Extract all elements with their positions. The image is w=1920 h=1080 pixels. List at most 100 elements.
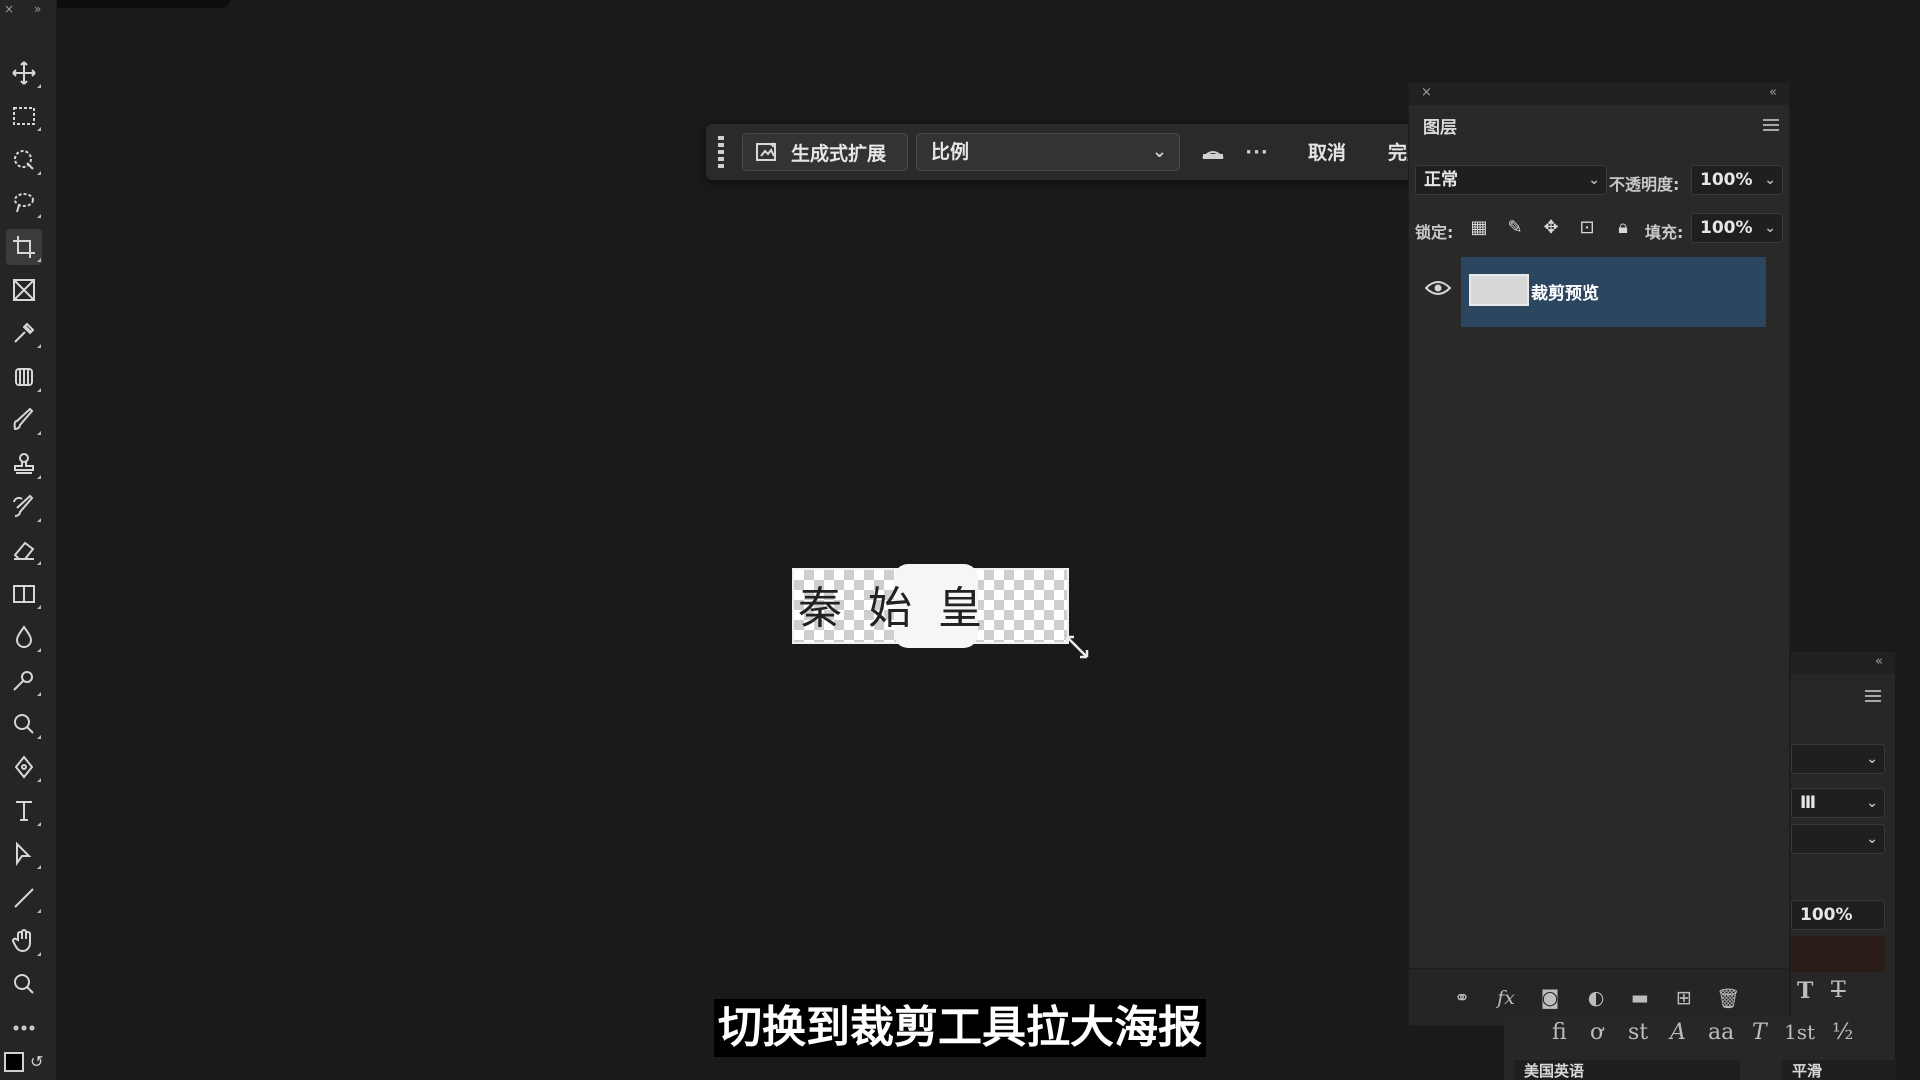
collapse-panel-icon[interactable]: « <box>1769 85 1777 100</box>
healing-tool[interactable] <box>6 359 42 395</box>
panel-menu-icon[interactable] <box>1865 690 1881 702</box>
lock-label: 锁定: <box>1415 223 1454 242</box>
text-color-swatch[interactable] <box>1791 936 1885 972</box>
discretionary-st-icon[interactable]: st <box>1628 1020 1648 1045</box>
tool-flyout-indicator <box>37 561 41 566</box>
document-canvas-image[interactable]: 秦 始 皇 <box>792 564 1069 648</box>
more-options-icon[interactable]: ··· <box>1242 138 1272 166</box>
crop-icon <box>13 235 35 258</box>
stamp-tool[interactable] <box>6 446 42 482</box>
underline-T-icon[interactable]: T <box>1797 978 1813 1004</box>
tracking-select[interactable]: ⌄ <box>1791 824 1885 854</box>
layers-panel-header: × « <box>1409 83 1789 105</box>
object-select-tool[interactable] <box>6 142 42 178</box>
leading-select[interactable]: Ⅲ ⌄ <box>1791 788 1885 818</box>
zoom-tool[interactable] <box>6 966 42 1002</box>
fill-value: 100% <box>1700 218 1753 238</box>
canvas-text: 秦 始 皇 <box>798 583 988 634</box>
tool-flyout-indicator <box>37 908 41 913</box>
adjustment-layer-icon[interactable]: ◐ <box>1583 985 1609 1011</box>
object-select-icon <box>14 149 34 170</box>
chevron-down-icon: ⌄ <box>1764 220 1776 236</box>
delete-layer-icon[interactable]: 🗑︎ <box>1715 985 1741 1011</box>
old-style-icon[interactable]: ơ <box>1590 1020 1603 1045</box>
new-layer-icon[interactable]: ⊞ <box>1671 985 1697 1011</box>
expand-toolbar-icon[interactable]: » <box>34 2 41 16</box>
add-mask-icon[interactable]: ◙ <box>1537 985 1563 1011</box>
straighten-icon[interactable] <box>1198 138 1228 166</box>
cancel-button[interactable]: 取消 <box>1308 138 1346 165</box>
lock-artboard-icon[interactable]: ⊡ <box>1575 215 1599 239</box>
history-brush-tool[interactable] <box>6 489 42 525</box>
path-select-tool[interactable] <box>6 836 42 872</box>
blend-mode-select[interactable]: 正常 ⌄ <box>1415 165 1607 195</box>
close-toolbar-icon[interactable]: × <box>4 2 14 16</box>
antialias-value: 平滑 <box>1792 1062 1823 1080</box>
panel-menu-icon[interactable] <box>1763 119 1779 131</box>
font-style-select[interactable]: ⌄ <box>1791 744 1885 774</box>
blur-tool[interactable] <box>6 619 42 655</box>
contextual-task-bar: 生成式扩展 比例 ⌄ ··· 取消 完成 <box>706 124 1448 180</box>
ordinal-icon[interactable]: 1st <box>1784 1020 1815 1044</box>
crop-tool[interactable] <box>6 228 42 265</box>
color-swatches-icon[interactable] <box>4 1052 24 1072</box>
chevron-down-icon: ⌄ <box>1866 831 1878 847</box>
eraser-icon <box>13 542 35 561</box>
fill-label: 填充: <box>1645 223 1684 242</box>
brush-tool[interactable] <box>6 402 42 438</box>
eyedropper-tool[interactable] <box>6 315 42 351</box>
tool-flyout-indicator <box>37 84 41 88</box>
toolbar-header: × » <box>0 0 56 22</box>
dodge-tool[interactable] <box>6 663 42 699</box>
type-tool[interactable] <box>6 793 42 829</box>
eraser-tool[interactable] <box>6 532 42 568</box>
gradient-tool[interactable] <box>6 576 42 612</box>
move-tool[interactable] <box>6 55 42 91</box>
healing-brush-icon <box>15 367 33 386</box>
visibility-eye-icon[interactable] <box>1424 279 1452 301</box>
zoom-lens-tool[interactable] <box>6 706 42 742</box>
fraction-icon[interactable]: ½ <box>1832 1020 1853 1045</box>
collapse-panel-icon[interactable]: « <box>1875 654 1883 669</box>
lock-position-icon[interactable]: ✥ <box>1539 215 1563 239</box>
eyedropper-icon <box>14 322 35 344</box>
marquee-tool[interactable] <box>6 98 42 134</box>
drag-handle-icon[interactable] <box>718 136 724 170</box>
titling-icon[interactable]: T <box>1752 1020 1767 1045</box>
new-group-folder-icon[interactable]: ▬ <box>1627 985 1653 1011</box>
fx-icon[interactable]: fx <box>1493 985 1519 1011</box>
tab-layers[interactable]: 图层 <box>1423 113 1457 138</box>
more-tools[interactable] <box>6 1010 42 1046</box>
opacity-field[interactable]: 100% ⌄ <box>1691 165 1783 195</box>
language-select[interactable]: 美国英语 <box>1514 1060 1740 1080</box>
lock-pixels-brush-icon[interactable]: ✎ <box>1503 215 1527 239</box>
arrow-select-icon <box>16 841 32 867</box>
antialias-select[interactable]: 平滑 <box>1782 1060 1896 1080</box>
link-layers-icon[interactable]: ⚭ <box>1449 985 1475 1011</box>
fill-field[interactable]: 100% ⌄ <box>1691 213 1783 243</box>
swap-colors-icon[interactable]: ↺ <box>30 1052 43 1071</box>
scale-value: 100% <box>1800 905 1853 925</box>
chevron-down-icon: ⌄ <box>1764 172 1776 188</box>
scale-field[interactable]: 100% <box>1791 900 1885 930</box>
swash-icon[interactable]: A <box>1670 1020 1686 1045</box>
ratio-dropdown[interactable]: 比例 ⌄ <box>916 133 1180 171</box>
lock-transparency-icon[interactable]: ▦ <box>1467 215 1491 239</box>
blend-mode-value: 正常 <box>1424 170 1458 190</box>
character-panel-header: « <box>1791 652 1895 674</box>
lasso-icon <box>14 193 34 213</box>
lock-all-icon[interactable]: 🔒︎ <box>1611 215 1635 239</box>
strikethrough-T-icon[interactable]: T <box>1831 978 1846 1003</box>
close-panel-icon[interactable]: × <box>1421 85 1432 100</box>
generative-expand-button[interactable]: 生成式扩展 <box>742 133 908 171</box>
line-tool[interactable] <box>6 880 42 916</box>
lasso-tool[interactable] <box>6 185 42 221</box>
tool-flyout-indicator <box>37 778 41 783</box>
pen-tool[interactable] <box>6 749 42 785</box>
hand-tool[interactable] <box>6 923 42 959</box>
ligature-fi-icon[interactable]: fi <box>1552 1020 1567 1045</box>
layer-row[interactable]: 裁剪预览 <box>1461 257 1766 327</box>
stylistic-aa-icon[interactable]: aa <box>1708 1020 1734 1045</box>
frame-tool[interactable] <box>6 272 42 308</box>
line-icon <box>14 887 34 908</box>
